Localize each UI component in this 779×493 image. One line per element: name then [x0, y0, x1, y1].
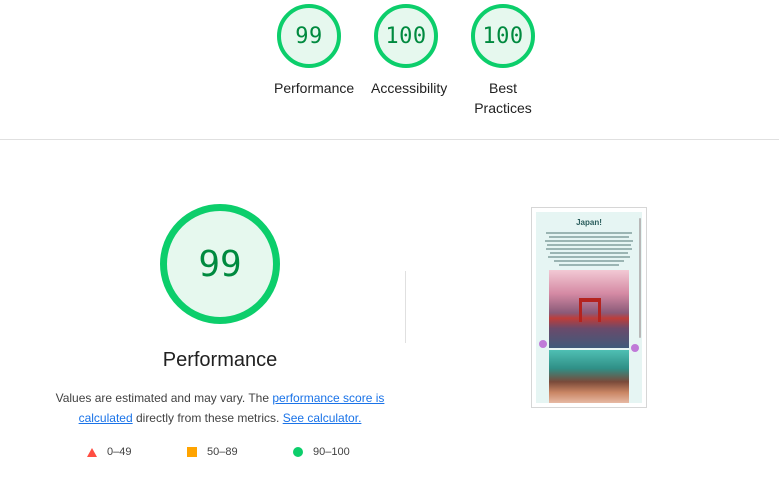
legend-pass-range: 90–100 — [313, 446, 350, 458]
gauge-best-practices[interactable]: 100 Best Practices — [438, 4, 568, 118]
red-triangle-icon — [87, 447, 97, 457]
screenshot-paragraph — [544, 230, 634, 268]
section-divider — [0, 139, 779, 140]
description-text: Values are estimated and may vary. The — [55, 391, 273, 405]
legend-fail-range: 0–49 — [107, 446, 132, 458]
see-calculator-link[interactable]: See calculator. — [283, 411, 362, 425]
description-text-middle: directly from these metrics. — [132, 411, 283, 425]
legend-average: 50–89 — [187, 446, 238, 458]
gauge-best-practices-score: 100 — [482, 23, 524, 49]
gauge-accessibility-ring: 100 — [374, 4, 438, 68]
orange-square-icon — [187, 447, 197, 457]
gauge-accessibility-score: 100 — [385, 23, 427, 49]
gauge-performance-ring: 99 — [277, 4, 341, 68]
legend-pass: 90–100 — [293, 446, 350, 458]
performance-title: Performance — [162, 349, 278, 371]
gauge-best-practices-ring: 100 — [471, 4, 535, 68]
legend-average-range: 50–89 — [207, 446, 238, 458]
final-screenshot[interactable]: Japan! — [531, 207, 647, 408]
flower-icon — [539, 340, 547, 348]
screenshot-scrollbar — [639, 218, 641, 338]
legend-fail: 0–49 — [87, 446, 131, 458]
performance-score: 99 — [198, 243, 242, 285]
vertical-divider — [405, 271, 406, 343]
gauge-best-practices-label: Best Practices — [474, 80, 532, 116]
flower-icon — [631, 344, 639, 352]
screenshot-torii-image — [549, 270, 629, 348]
performance-score-gauge: 99 — [160, 204, 280, 324]
performance-description: Values are estimated and may vary. The p… — [40, 388, 400, 428]
torii-gate-icon — [579, 298, 601, 322]
screenshot-page: Japan! — [536, 212, 642, 403]
screenshot-title: Japan! — [576, 218, 602, 227]
screenshot-temple-image — [549, 350, 629, 403]
green-circle-icon — [293, 447, 303, 457]
gauge-performance-score: 99 — [295, 23, 323, 49]
